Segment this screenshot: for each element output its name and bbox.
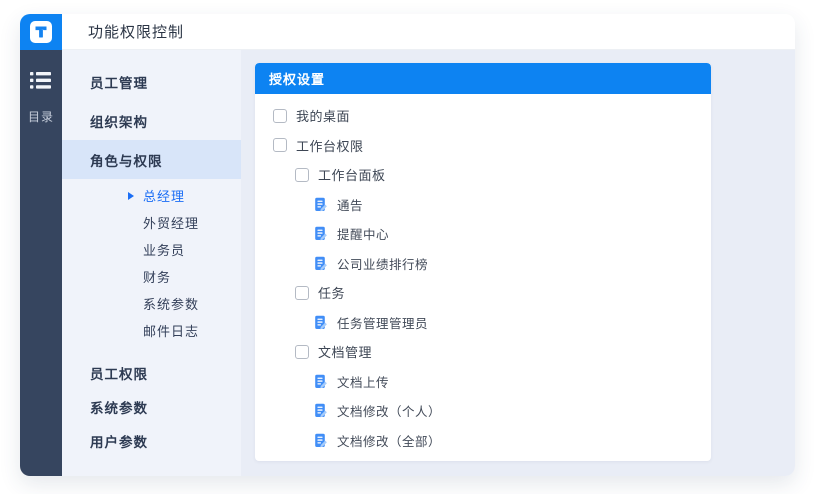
tree-row-label: 文档修改（个人） (337, 401, 441, 420)
rail-menu-directory[interactable]: 目录 (28, 72, 54, 125)
list-icon (30, 72, 51, 94)
rail-label: 目录 (28, 108, 54, 125)
document-icon (313, 256, 328, 271)
tree-row[interactable]: 文档上传 (255, 367, 711, 397)
tree-row[interactable]: 我的桌面 (255, 101, 711, 131)
left-rail: 目录 (20, 50, 62, 476)
tree-row[interactable]: 提醒中心 (255, 219, 711, 249)
tree-row[interactable]: 工作台面板 (255, 160, 711, 190)
caret-right-icon (128, 192, 134, 200)
tree-row[interactable]: 文档修改（个人） (255, 396, 711, 426)
sidebar-item-label: 系统参数 (143, 294, 199, 313)
tree-row-label: 工作台权限 (296, 136, 364, 155)
panel-header: 授权设置 (255, 63, 711, 94)
sidebar-item-label: 总经理 (143, 186, 185, 205)
tree-row-label: 工作台面板 (318, 165, 386, 184)
permission-tree: 我的桌面工作台权限工作台面板 通告 提醒中心 公司业绩排行榜任务 任务管理管理员… (255, 94, 711, 455)
document-icon (313, 374, 328, 389)
tree-row-label: 文档上传 (337, 372, 389, 391)
checkbox[interactable] (273, 109, 287, 123)
tree-row-label: 文档修改（全部） (337, 431, 441, 450)
document-icon (313, 315, 328, 330)
tree-row-label: 任务管理管理员 (337, 313, 428, 332)
content-area: 授权设置 我的桌面工作台权限工作台面板 通告 提醒中心 公司业绩排行榜任务 任务… (241, 50, 795, 476)
page: 功能权限控制 目录 (0, 0, 819, 494)
checkbox[interactable] (273, 138, 287, 152)
sidebar-role-item[interactable]: 系统参数 (62, 290, 241, 317)
document-icon (313, 403, 328, 418)
document-icon (313, 197, 328, 212)
tree-row-label: 文档管理 (318, 342, 372, 361)
document-icon (313, 226, 328, 241)
app-window: 功能权限控制 目录 (20, 14, 795, 476)
sidebar-item-label: 邮件日志 (143, 321, 199, 340)
sidebar-role-item[interactable]: 邮件日志 (62, 317, 241, 344)
document-icon (313, 433, 328, 448)
sidebar-item[interactable]: 组织架构 (62, 101, 241, 140)
sidebar-item[interactable]: 员工权限 (62, 356, 241, 390)
checkbox[interactable] (295, 345, 309, 359)
checkbox[interactable] (295, 286, 309, 300)
sidebar-item-label: 员工权限 (90, 363, 148, 383)
sidebar-item[interactable]: 员工管理 (62, 62, 241, 101)
tree-row[interactable]: 工作台权限 (255, 131, 711, 161)
checkbox[interactable] (295, 168, 309, 182)
tree-row-label: 我的桌面 (296, 106, 350, 125)
tree-row-label: 提醒中心 (337, 224, 389, 243)
page-title: 功能权限控制 (88, 21, 184, 42)
sidebar-item-label: 外贸经理 (143, 213, 199, 232)
sidebar-item-label: 业务员 (143, 240, 185, 259)
tree-row-label: 公司业绩排行榜 (337, 254, 428, 273)
tree-row[interactable]: 文档修改（全部） (255, 426, 711, 456)
tree-row[interactable]: 文档管理 (255, 337, 711, 367)
app-logo (20, 14, 62, 50)
app-header: 功能权限控制 (62, 14, 795, 50)
tree-row-label: 通告 (337, 195, 363, 214)
sidebar-item-label: 用户参数 (90, 431, 148, 451)
sidebar-item-label: 系统参数 (90, 397, 148, 417)
sidebar-item[interactable]: 系统参数 (62, 390, 241, 424)
sidebar-item[interactable]: 用户参数 (62, 424, 241, 458)
sidebar-role-item[interactable]: 外贸经理 (62, 209, 241, 236)
sidebar-role-item[interactable]: 财务 (62, 263, 241, 290)
sidebar-item-label: 角色与权限 (90, 150, 163, 170)
t-logo-icon (30, 21, 52, 43)
sidebar-item[interactable]: 角色与权限 (62, 140, 241, 179)
tree-row[interactable]: 公司业绩排行榜 (255, 249, 711, 279)
sidebar-item-label: 员工管理 (90, 72, 148, 92)
sidebar-role-item[interactable]: 业务员 (62, 236, 241, 263)
sidebar-item-label: 组织架构 (90, 111, 148, 131)
tree-row[interactable]: 任务管理管理员 (255, 308, 711, 338)
tree-row[interactable]: 通告 (255, 190, 711, 220)
tree-row[interactable]: 任务 (255, 278, 711, 308)
sidebar-role-item-selected[interactable]: 总经理 (62, 182, 241, 209)
tree-row-label: 任务 (318, 283, 345, 302)
authorization-panel: 授权设置 我的桌面工作台权限工作台面板 通告 提醒中心 公司业绩排行榜任务 任务… (255, 63, 711, 461)
sidebar-item-label: 财务 (143, 267, 171, 286)
sidebar: 员工管理组织架构角色与权限总经理外贸经理业务员财务系统参数邮件日志员工权限系统参… (62, 50, 241, 476)
